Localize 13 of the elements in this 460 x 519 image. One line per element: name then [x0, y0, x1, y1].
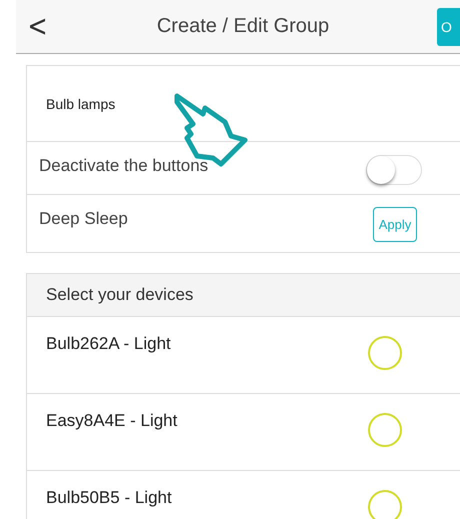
- device-name: Bulb50B5 - Light: [46, 488, 172, 509]
- group-name[interactable]: Bulb lamps: [46, 96, 116, 112]
- select-radio[interactable]: [368, 413, 402, 447]
- select-radio[interactable]: [368, 336, 402, 370]
- toggle-switch[interactable]: [366, 155, 422, 185]
- setting-label: Deep Sleep: [39, 209, 128, 229]
- setting-label: Deactivate the buttons: [39, 156, 208, 176]
- device-name: Easy8A4E - Light: [46, 411, 178, 432]
- back-button[interactable]: <: [20, 9, 48, 44]
- section-header: Select your devices: [27, 274, 460, 317]
- page-title: Create / Edit Group: [156, 15, 330, 38]
- device-name: Bulb262A - Light: [46, 334, 171, 355]
- select-radio[interactable]: [368, 490, 402, 519]
